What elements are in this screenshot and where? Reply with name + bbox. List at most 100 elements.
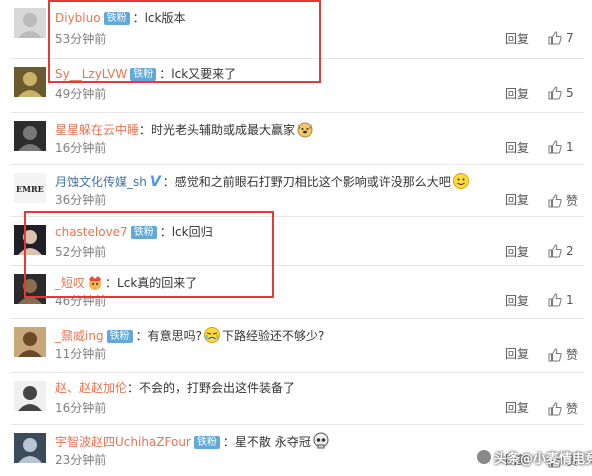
- divider: [10, 112, 584, 113]
- like-count: 2: [566, 244, 574, 258]
- like-button[interactable]: 2: [548, 244, 574, 260]
- comment-item: 赵、赵赵加伦：不会的，打野会出这件装备了 16分钟前 回复 赞: [0, 372, 592, 424]
- like-count: 赞: [566, 348, 579, 362]
- username-link[interactable]: chastelove7: [55, 225, 128, 239]
- colon: ：: [135, 329, 148, 343]
- username-link[interactable]: 月蚀文化传媒_sh: [55, 175, 147, 189]
- comment-text: lck版本: [144, 11, 186, 25]
- avatar[interactable]: [14, 225, 46, 255]
- fan-badge: 铁粉: [106, 330, 133, 343]
- like-button[interactable]: 1: [548, 140, 574, 156]
- like-button[interactable]: 5: [548, 86, 574, 102]
- comment-time: 49分钟前: [55, 87, 107, 101]
- cry-emoji-icon: [202, 327, 222, 343]
- avatar[interactable]: [14, 327, 46, 357]
- like-count: 赞: [566, 194, 579, 208]
- smile-emoji-icon: [451, 173, 471, 189]
- comment-text: 星不散 永夺冠: [234, 435, 311, 449]
- like-count: 7: [566, 31, 574, 45]
- comment-line: 宇智波赵四UchihaZFour 铁粉 ：星不散 永夺冠: [55, 432, 331, 450]
- comment-line: chastelove7 铁粉 ：lck回归: [55, 224, 213, 240]
- username-link[interactable]: _鼐威ing: [55, 329, 104, 343]
- username-link[interactable]: 赵、赵赵加伦: [55, 381, 127, 395]
- svg-text:EMRE: EMRE: [16, 184, 44, 194]
- username-link[interactable]: 星星躲在云中睡: [55, 123, 139, 137]
- comment-time: 11分钟前: [55, 347, 107, 361]
- reply-button[interactable]: 回复: [505, 294, 529, 308]
- thumb-up-icon: [548, 194, 562, 208]
- fan-badge: 铁粉: [130, 226, 157, 239]
- divider: [10, 216, 584, 217]
- reply-button[interactable]: 回复: [505, 347, 529, 361]
- like-count: 1: [566, 293, 574, 307]
- divider: [10, 424, 584, 425]
- avatar[interactable]: EMRE: [14, 173, 46, 203]
- like-button[interactable]: 1: [548, 293, 574, 309]
- divider: [10, 372, 584, 373]
- comment-item: EMRE 月蚀文化传媒_sh V ：感觉和之前眼石打野刀相比这个影响或许没那么大吧 36…: [0, 164, 592, 216]
- reply-button[interactable]: 回复: [505, 32, 529, 46]
- watermark-text: 头条@小麦情电竞: [494, 452, 592, 467]
- comment-time: 36分钟前: [55, 193, 107, 207]
- thumb-up-icon: [548, 31, 562, 45]
- comment-text: lck又要来了: [171, 67, 237, 81]
- reply-button[interactable]: 回复: [505, 245, 529, 259]
- watermark-logo-icon: [476, 449, 492, 465]
- thumb-up-icon: [548, 293, 562, 307]
- comment-text: 时光老头辅助或成最大赢家: [151, 123, 296, 137]
- like-button[interactable]: 7: [548, 31, 574, 47]
- comment-item: 星星躲在云中睡：时光老头辅助或成最大赢家 16分钟前 回复 1: [0, 112, 592, 164]
- avatar[interactable]: [14, 381, 46, 411]
- comment-time: 16分钟前: [55, 141, 107, 155]
- watermark: 头条@小麦情电竞: [476, 448, 592, 467]
- comment-line: _鼐威ing 铁粉 ：有意思吗? 下路经验还不够少?: [55, 326, 324, 344]
- comment-time: 16分钟前: [55, 401, 107, 415]
- comment-time: 52分钟前: [55, 245, 107, 259]
- divider: [10, 164, 584, 165]
- comment-text: lck回归: [171, 225, 213, 239]
- like-count: 5: [566, 86, 574, 100]
- reply-button[interactable]: 回复: [505, 193, 529, 207]
- avatar[interactable]: [14, 274, 46, 304]
- avatar[interactable]: [14, 121, 46, 151]
- comment-line: Sy__LzyLVW 铁粉 ：lck又要来了: [55, 66, 236, 82]
- like-button[interactable]: 赞: [548, 346, 578, 362]
- colon: ：: [127, 381, 140, 395]
- comment-text: Lck真的回来了: [117, 276, 198, 290]
- comment-item: _鼐威ing 铁粉 ：有意思吗? 下路经验还不够少? 11分钟前 回复 赞: [0, 318, 592, 370]
- comment-line: 赵、赵赵加伦：不会的，打野会出这件装备了: [55, 380, 295, 396]
- colon: ：: [132, 11, 145, 25]
- reply-button[interactable]: 回复: [505, 401, 529, 415]
- comment-text: 感觉和之前眼石打野刀相比这个影响或许没那么大吧: [174, 175, 451, 189]
- reply-button[interactable]: 回复: [505, 141, 529, 155]
- thumb-up-icon: [548, 348, 562, 362]
- comment-line: Diybluo 铁粉 ：lck版本: [55, 10, 185, 26]
- comment-item: Diybluo 铁粉 ：lck版本 53分钟前 回复 7: [0, 0, 592, 52]
- comment-list: Diybluo 铁粉 ：lck版本 53分钟前 回复 7 Sy__LzyLVW 铁粉 ：lck又…: [0, 0, 592, 475]
- comment-item: chastelove7 铁粉 ：lck回归 52分钟前 回复 2: [0, 216, 592, 268]
- username-link[interactable]: Diybluo: [55, 11, 101, 25]
- username-link[interactable]: _短叹: [55, 276, 85, 290]
- comment-text-continued: 下路经验还不够少?: [221, 329, 325, 343]
- like-button[interactable]: 赞: [548, 192, 578, 208]
- colon: ：: [222, 435, 235, 449]
- username-link[interactable]: 宇智波赵四UchihaZFour: [55, 435, 191, 449]
- comment-time: 53分钟前: [55, 32, 107, 46]
- thumb-up-icon: [548, 86, 562, 100]
- divider: [10, 318, 584, 319]
- divider: [10, 58, 584, 59]
- fan-badge: 铁粉: [103, 12, 130, 25]
- avatar[interactable]: [14, 8, 46, 38]
- comment-line: _短叹 ：Lck真的回来了: [55, 273, 197, 291]
- avatar[interactable]: [14, 67, 46, 97]
- like-button[interactable]: 赞: [548, 400, 578, 416]
- colon: ：: [139, 123, 152, 137]
- thumb-up-icon: [548, 402, 562, 416]
- comment-time: 23分钟前: [55, 453, 107, 467]
- avatar[interactable]: [14, 433, 46, 463]
- reply-button[interactable]: 回复: [505, 87, 529, 101]
- username-link[interactable]: Sy__LzyLVW: [55, 67, 127, 81]
- colon: ：: [162, 175, 175, 189]
- crown-emoji-icon: [85, 276, 105, 290]
- comment-time: 46分钟前: [55, 294, 107, 308]
